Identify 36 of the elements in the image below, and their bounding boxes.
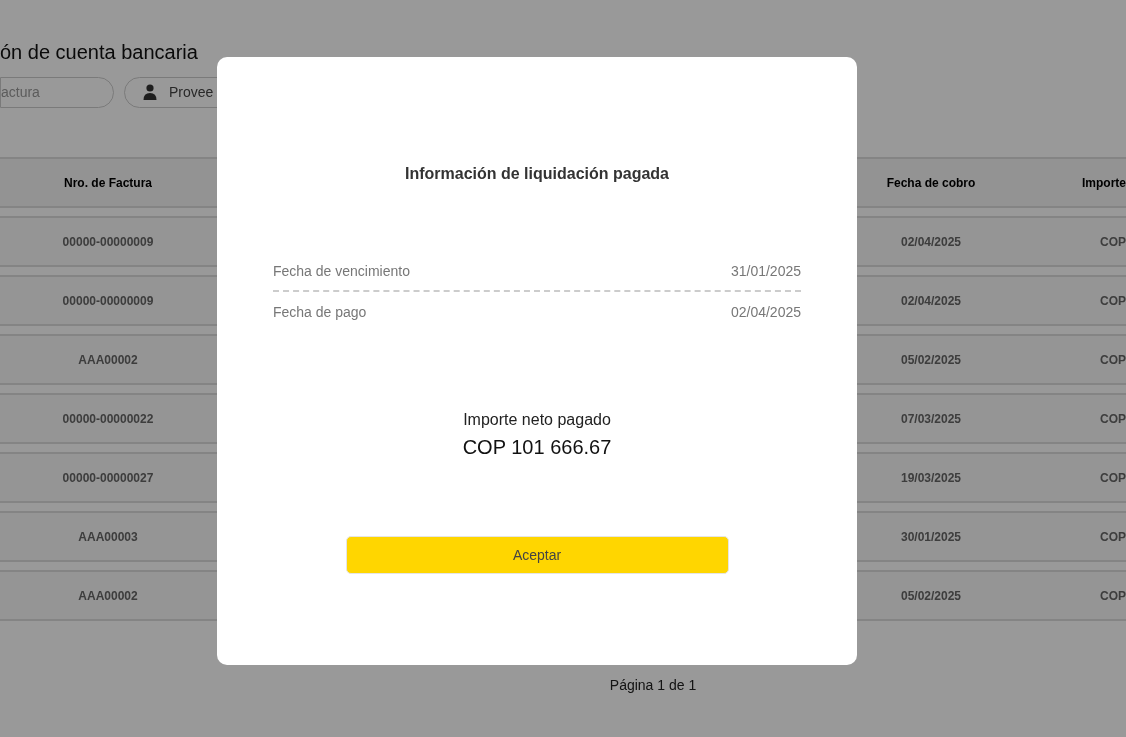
table-cell-text: 00000-00000022 <box>62 410 154 428</box>
detail-value: 31/01/2025 <box>730 261 801 281</box>
detail-label: Fecha de pago <box>273 302 367 322</box>
dialog-title: Información de liquidación pagada <box>405 164 669 184</box>
table-cell-text: 00000-00000027 <box>62 469 154 487</box>
table-cell-text: 05/02/2025 <box>900 587 962 605</box>
search-field[interactable]: actura <box>0 76 114 108</box>
column-header: Importe <box>1082 174 1126 192</box>
column-header: Fecha de cobro <box>886 174 976 192</box>
table-cell-text: 19/03/2025 <box>900 469 962 487</box>
table-cell-text: AAA00003 <box>78 528 138 546</box>
pagination-label: Página 1 de 1 <box>609 676 697 695</box>
total-amount: COP 101 666.67 <box>462 435 612 460</box>
table-cell-text: COP <box>1100 351 1126 369</box>
column-header: Nro. de Factura <box>64 174 152 192</box>
table-cell-text: COP <box>1100 292 1126 310</box>
table-cell-text: 02/04/2025 <box>900 233 962 251</box>
table-cell-text: COP <box>1100 528 1126 546</box>
table-cell-text: 05/02/2025 <box>900 351 962 369</box>
accept-button[interactable]: Aceptar <box>345 536 729 574</box>
page-title: ón de cuenta bancaria <box>0 40 198 65</box>
table-cell-text: AAA00002 <box>78 351 138 369</box>
table-cell-text: 07/03/2025 <box>900 410 962 428</box>
person-icon <box>143 84 157 100</box>
table-cell-text: COP <box>1100 410 1126 428</box>
table-cell-text: 30/01/2025 <box>900 528 962 546</box>
table-cell-text: 02/04/2025 <box>900 292 962 310</box>
table-cell-text: COP <box>1100 469 1126 487</box>
table-cell-text: 00000-00000009 <box>62 233 154 251</box>
table-cell-text: AAA00002 <box>78 587 138 605</box>
table-cell-text: COP <box>1100 587 1126 605</box>
detail-value: 02/04/2025 <box>730 302 801 322</box>
table-cell-text: COP <box>1100 233 1126 251</box>
table-cell-text: 00000-00000009 <box>62 292 154 310</box>
total-label: Importe neto pagado <box>463 410 611 430</box>
detail-label: Fecha de vencimiento <box>273 261 410 281</box>
